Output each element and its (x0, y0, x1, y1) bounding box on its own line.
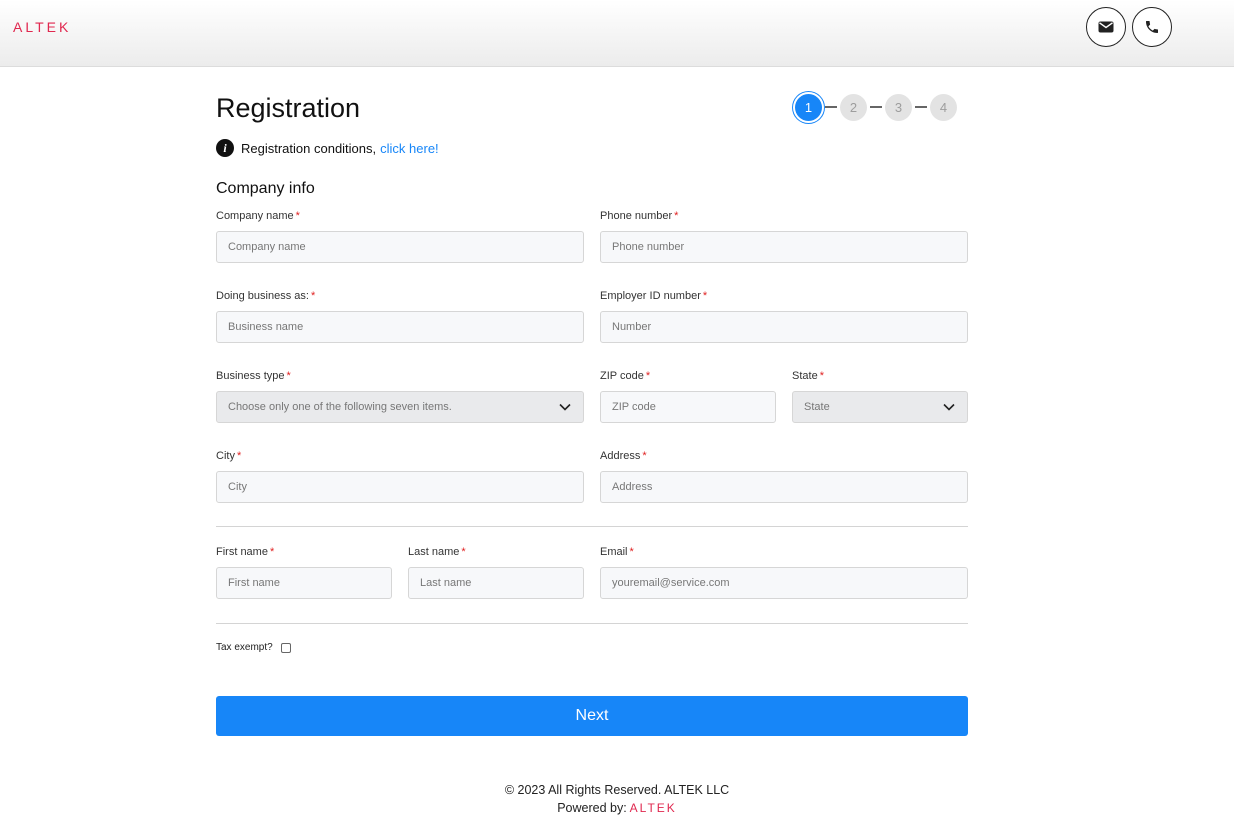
zip-input[interactable]: ZIP code (600, 391, 776, 423)
ein-label: Employer ID number * (600, 290, 708, 302)
email-input[interactable]: youremail@service.com (600, 567, 968, 599)
altek-logo[interactable]: ALTEK (13, 19, 71, 35)
tax-exempt-checkbox[interactable] (280, 642, 291, 653)
first-name-input[interactable]: First name (216, 567, 392, 599)
business-type-field: Business type * Choose only one of the fo… (216, 368, 584, 423)
last-name-field: Last name * Last name (408, 544, 584, 599)
email-field: Email * youremail@service.com (600, 544, 968, 599)
city-label: City * (216, 450, 242, 462)
last-name-input[interactable]: Last name (408, 567, 584, 599)
first-name-label: First name * (216, 546, 275, 558)
phone-number-input[interactable]: Phone number (600, 231, 968, 263)
step-4[interactable]: 4 (930, 93, 957, 121)
address-field: Address * Address (600, 448, 968, 503)
step-1[interactable]: 1 (795, 93, 822, 121)
business-name-input[interactable]: Business name (216, 311, 584, 343)
step-connector (870, 106, 882, 108)
progress-stepper: 1 2 3 4 (795, 92, 957, 122)
phone-icon (1146, 21, 1158, 33)
address-label: Address * (600, 450, 647, 462)
state-field: State * State (792, 368, 968, 423)
dba-field: Doing business as: * Business name (216, 288, 584, 343)
divider (216, 623, 968, 624)
mail-button[interactable] (1086, 7, 1126, 47)
page-title: Registration (216, 93, 361, 123)
phone-number-field: Phone number * Phone number (600, 208, 968, 263)
zip-field: ZIP code * ZIP code (600, 368, 776, 423)
copyright-text: © 2023 All Rights Reserved. ALTEK LLC (504, 783, 730, 797)
top-header: ALTEK (0, 0, 1234, 67)
footer-brand-logo[interactable]: ALTEK (630, 801, 677, 815)
step-connector (915, 106, 927, 108)
registration-notice: i Registration conditions, click here! (216, 139, 439, 157)
info-icon: i (216, 139, 234, 157)
step-2[interactable]: 2 (840, 93, 867, 121)
divider (216, 526, 968, 527)
step-3[interactable]: 3 (885, 93, 912, 121)
powered-by-label: Powered by: (557, 801, 627, 815)
tax-exempt-label: Tax exempt? (216, 642, 273, 653)
notice-text: Registration conditions, (241, 140, 377, 156)
next-button[interactable]: Next (216, 696, 968, 736)
envelope-icon (1098, 21, 1114, 33)
step-connector (825, 106, 837, 108)
ein-input[interactable]: Number (600, 311, 968, 343)
address-input[interactable]: Address (600, 471, 968, 503)
state-select[interactable]: State (792, 391, 968, 423)
zip-label: ZIP code * (600, 370, 651, 382)
chevron-down-icon (559, 403, 571, 411)
section-title: Company info (216, 180, 315, 197)
company-name-label: Company name * (216, 210, 300, 222)
city-field: City * City (216, 448, 584, 503)
chevron-down-icon (943, 403, 955, 411)
powered-by: Powered by: ALTEK (0, 801, 1234, 815)
last-name-label: Last name * (408, 546, 466, 558)
state-label: State * (792, 370, 824, 382)
email-label: Email * (600, 546, 634, 558)
phone-number-label: Phone number * (600, 210, 679, 222)
dba-label: Doing business as: * (216, 290, 316, 302)
phone-button[interactable] (1132, 7, 1172, 47)
business-type-label: Business type * (216, 370, 291, 382)
footer: © 2023 All Rights Reserved. ALTEK LLC Po… (0, 783, 1234, 815)
business-type-select[interactable]: Choose only one of the following seven i… (216, 391, 584, 423)
company-name-input[interactable]: Company name (216, 231, 584, 263)
city-input[interactable]: City (216, 471, 584, 503)
conditions-link[interactable]: click here! (380, 141, 439, 156)
first-name-field: First name * First name (216, 544, 392, 599)
tax-exempt-row: Tax exempt? (216, 642, 291, 653)
ein-field: Employer ID number * Number (600, 288, 968, 343)
company-name-field: Company name * Company name (216, 208, 584, 263)
